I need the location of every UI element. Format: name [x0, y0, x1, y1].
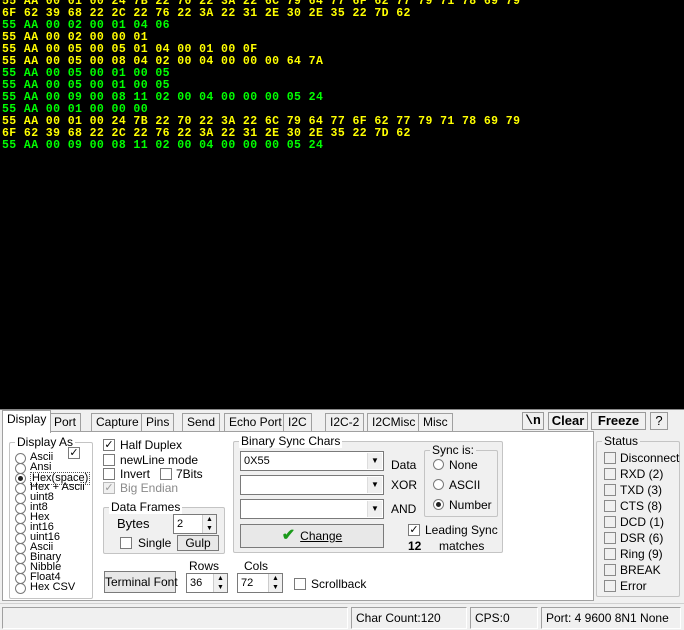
terminal-line: 55 AA 00 09 00 08 11 02 00 04 00 00 00 0…: [2, 139, 324, 152]
half-duplex-label: Half Duplex: [120, 438, 183, 452]
status-label: Disconnect: [620, 451, 680, 465]
seven-bits-label: 7Bits: [176, 467, 203, 481]
data-frames-title: Data Frames: [109, 500, 183, 514]
char-count: Char Count:120: [351, 607, 467, 629]
sync-number-radio[interactable]: [433, 499, 444, 510]
sync-ascii-radio[interactable]: [433, 479, 444, 490]
error-indicator: [604, 580, 616, 592]
newline-mode-label: newLine mode: [120, 453, 199, 467]
spin-arrows-icon[interactable]: ▲ ▼: [268, 574, 282, 592]
chevron-down-icon[interactable]: ▼: [367, 477, 382, 493]
status-label: DSR (6): [620, 531, 664, 545]
ring-indicator: [604, 548, 616, 560]
invert-label: Invert: [120, 467, 151, 481]
seven-bits-checkbox[interactable]: [160, 468, 172, 480]
sync-data-combo[interactable]: 0X55 ▼: [240, 451, 384, 471]
change-button-label: Change: [300, 529, 343, 543]
sync-none-radio[interactable]: [433, 459, 444, 470]
display-as-checkbox[interactable]: ✓: [68, 447, 80, 459]
spin-arrows-icon[interactable]: ▲ ▼: [213, 574, 227, 592]
sync-xor-combo[interactable]: ▼: [240, 475, 384, 495]
bytes-value: 2: [177, 518, 184, 530]
freeze-button[interactable]: Freeze: [591, 412, 646, 430]
bytes-spinner[interactable]: 2 ▲ ▼: [173, 514, 217, 534]
display-tab-panel: Display As ✓ Ascii Ansi Hex(space) Hex +…: [2, 431, 594, 601]
cols-label: Cols: [244, 559, 269, 573]
status-label: DCD (1): [620, 515, 664, 529]
tab-capture[interactable]: Capture: [91, 413, 144, 432]
newline-mode-checkbox[interactable]: [103, 454, 115, 466]
status-label: Error: [620, 579, 647, 593]
terminal-font-button[interactable]: Terminal Font: [104, 571, 178, 593]
status-bar: Char Count:120 CPS:0 Port: 4 9600 8N1 No…: [0, 603, 684, 630]
sync-and-combo[interactable]: ▼: [240, 499, 384, 519]
tab-i2c-2[interactable]: I2C-2: [325, 413, 365, 432]
status-empty-cell: [2, 607, 348, 629]
status-label: TXD (3): [620, 483, 662, 497]
single-checkbox[interactable]: [120, 537, 132, 549]
xor-label: XOR: [391, 478, 418, 492]
status-title: Status: [602, 434, 641, 448]
sync-number-label: Number: [449, 498, 492, 512]
chevron-down-icon[interactable]: ▼: [367, 501, 382, 517]
leading-sync-label: Leading Sync: [425, 523, 498, 537]
spin-arrows-icon[interactable]: ▲ ▼: [202, 515, 216, 533]
txd-indicator[interactable]: [604, 484, 616, 496]
status-label: CTS (8): [620, 499, 662, 513]
matches-label: matches: [439, 539, 485, 553]
dsr-indicator: [604, 532, 616, 544]
cols-spinner[interactable]: 72 ▲ ▼: [237, 573, 283, 593]
cols-value: 72: [241, 577, 254, 589]
terminal-output[interactable]: 55 AA 00 01 00 24 7B 22 70 22 3A 22 6C 7…: [0, 0, 684, 410]
status-label: RXD (2): [620, 467, 664, 481]
tab-misc[interactable]: Misc: [418, 413, 453, 432]
newline-button[interactable]: \n: [522, 412, 544, 430]
scrollback-checkbox[interactable]: [294, 578, 306, 590]
change-button[interactable]: ✔ Change: [240, 524, 384, 548]
rxd-indicator: [604, 468, 616, 480]
rows-label: Rows: [189, 559, 220, 573]
and-label: AND: [391, 502, 417, 516]
data-label: Data: [391, 458, 417, 472]
break-indicator[interactable]: [604, 564, 616, 576]
big-endian-checkbox[interactable]: ✓: [103, 482, 115, 494]
tab-i2c[interactable]: I2C: [283, 413, 312, 432]
tab-i2cmisc[interactable]: I2CMisc: [367, 413, 421, 432]
display-as-title: Display As: [15, 435, 76, 449]
radio-hex-csv[interactable]: [15, 583, 26, 594]
matches-count: 12: [408, 539, 422, 553]
chevron-down-icon[interactable]: ▼: [367, 453, 382, 469]
tab-send[interactable]: Send: [182, 413, 221, 432]
scrollback-label: Scrollback: [311, 577, 367, 591]
status-label: Ring (9): [620, 547, 663, 561]
dcd-indicator: [604, 516, 616, 528]
big-endian-label: Big Endian: [120, 481, 179, 495]
tab-port[interactable]: Port: [49, 413, 82, 432]
gulp-button[interactable]: Gulp: [177, 535, 219, 551]
sync-data-value: 0X55: [244, 455, 270, 467]
sync-ascii-label: ASCII: [449, 478, 481, 492]
tab-echo-port[interactable]: Echo Port: [224, 413, 287, 432]
cps-counter: CPS:0: [470, 607, 538, 629]
sync-is-title: Sync is:: [430, 443, 477, 457]
disconnect-indicator[interactable]: [604, 452, 616, 464]
clear-button[interactable]: Clear: [548, 412, 588, 430]
tab-pins[interactable]: Pins: [141, 413, 175, 432]
leading-sync-checkbox[interactable]: ✓: [408, 524, 420, 536]
bytes-label: Bytes: [117, 516, 150, 531]
radio-label: Hex CSV: [30, 581, 76, 593]
tab-display[interactable]: Display: [2, 410, 52, 433]
binary-sync-title: Binary Sync Chars: [239, 434, 343, 448]
checkmark-icon: ✔: [281, 527, 296, 544]
single-label: Single: [138, 536, 172, 550]
sync-none-label: None: [449, 458, 478, 472]
help-button[interactable]: ?: [650, 412, 668, 430]
half-duplex-checkbox[interactable]: ✓: [103, 439, 115, 451]
status-label: BREAK: [620, 563, 661, 577]
rows-spinner[interactable]: 36 ▲ ▼: [186, 573, 228, 593]
port-status: Port: 4 9600 8N1 None: [541, 607, 681, 629]
rows-value: 36: [190, 577, 203, 589]
cts-indicator: [604, 500, 616, 512]
invert-checkbox[interactable]: [103, 468, 115, 480]
